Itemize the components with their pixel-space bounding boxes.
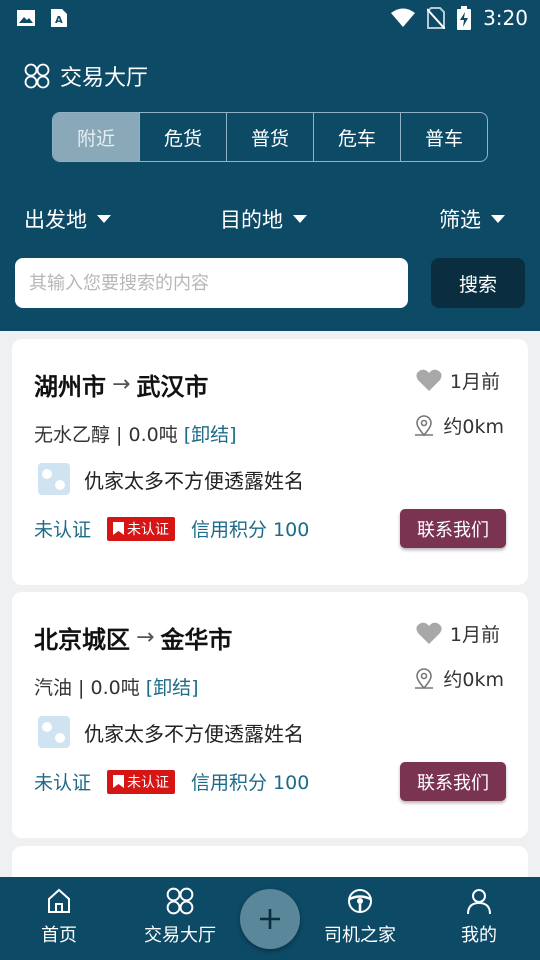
heart-icon[interactable] xyxy=(416,369,442,392)
category-tabs: 附近 危货 普货 危车 普车 xyxy=(52,112,488,162)
credit-score: 信用积分 100 xyxy=(191,519,310,541)
contact-button[interactable]: 联系我们 xyxy=(400,762,506,801)
route-arrow: → xyxy=(136,625,155,650)
page-title: 交易大厅 xyxy=(60,66,149,91)
wifi-icon xyxy=(391,8,416,27)
settlement-type: [卸结] xyxy=(183,424,237,446)
page-header: 交易大厅 xyxy=(24,60,148,92)
search-button[interactable]: 搜索 xyxy=(431,258,525,308)
origin-dropdown[interactable]: 出发地 xyxy=(24,204,111,234)
filter-label: 筛选 xyxy=(439,208,481,232)
verification-row: 未认证 未认证 信用积分 100 xyxy=(34,515,309,542)
tab-hazardous-cargo[interactable]: 危货 xyxy=(140,113,227,161)
route-arrow: → xyxy=(112,372,131,397)
destination-label: 目的地 xyxy=(220,208,283,232)
listing-card[interactable]: 北京城区 → 金华市 1月前 约0km 汽油 | 0.0吨 [卸结] 仇家太多不… xyxy=(12,592,528,838)
badge-text: 未认证 xyxy=(127,774,170,791)
avatar xyxy=(38,463,70,495)
verify-status: 未认证 xyxy=(34,772,92,794)
text-app-icon: A xyxy=(51,9,67,27)
badge-text: 未认证 xyxy=(127,521,170,538)
avatar xyxy=(38,716,70,748)
nav-home[interactable]: 首页 xyxy=(14,887,104,947)
origin-label: 出发地 xyxy=(24,208,87,232)
caret-down-icon xyxy=(97,215,111,223)
caret-down-icon xyxy=(293,215,307,223)
nav-mine-label: 我的 xyxy=(461,925,497,946)
svg-text:A: A xyxy=(55,15,63,26)
status-time: 3:20 xyxy=(483,6,528,30)
filter-bar: 出发地 目的地 筛选 xyxy=(0,204,540,236)
no-sim-icon xyxy=(427,7,446,29)
credit-score: 信用积分 100 xyxy=(191,772,310,794)
tab-nearby[interactable]: 附近 xyxy=(53,113,140,161)
nav-driver-home[interactable]: 司机之家 xyxy=(315,887,405,947)
nav-trading-hall-label: 交易大厅 xyxy=(144,925,216,946)
heart-icon[interactable] xyxy=(416,622,442,645)
nav-mine[interactable]: 我的 xyxy=(434,887,524,947)
unverified-badge: 未认证 xyxy=(107,516,176,541)
route-origin: 湖州市 xyxy=(34,373,106,401)
map-pin-icon xyxy=(415,667,434,689)
listing-card[interactable]: 湖州市 → 武汉市 1月前 约0km 无水乙醇 | 0.0吨 [卸结] 仇家太多… xyxy=(12,339,528,585)
home-icon xyxy=(48,888,70,913)
route: 湖州市 → 武汉市 xyxy=(34,367,208,402)
destination-dropdown[interactable]: 目的地 xyxy=(220,204,307,234)
tab-general-vehicle[interactable]: 普车 xyxy=(401,113,487,161)
distance: 约0km xyxy=(413,665,504,692)
top-header: A 3:20 交易大厅 附近 危货 普货 危车 普车 出发地 目的地 筛选 其输… xyxy=(0,0,540,331)
poster-name: 仇家太多不方便透露姓名 xyxy=(84,721,304,746)
tab-general-cargo[interactable]: 普货 xyxy=(227,113,314,161)
distance-value: 约0km xyxy=(443,416,504,438)
steering-wheel-icon xyxy=(348,889,372,913)
map-pin-icon xyxy=(415,414,434,436)
clover-icon xyxy=(24,63,50,89)
status-bar: A 3:20 xyxy=(0,0,540,36)
tab-hazardous-vehicle[interactable]: 危车 xyxy=(314,113,401,161)
gallery-icon xyxy=(17,10,35,26)
caret-down-icon xyxy=(491,215,505,223)
distance-value: 约0km xyxy=(443,669,504,691)
cargo-detail: 无水乙醇 | 0.0吨 xyxy=(34,424,178,446)
cargo-detail: 汽油 | 0.0吨 xyxy=(34,677,140,699)
add-button[interactable] xyxy=(240,889,300,949)
battery-charging-icon xyxy=(457,6,472,30)
route: 北京城区 → 金华市 xyxy=(34,620,232,655)
favorite-time: 1月前 xyxy=(416,367,500,394)
poster-info: 仇家太多不方便透露姓名 xyxy=(38,716,304,748)
nav-driver-home-label: 司机之家 xyxy=(324,925,396,946)
post-time: 1月前 xyxy=(449,624,500,646)
bookmark-icon xyxy=(113,775,125,788)
route-origin: 北京城区 xyxy=(34,626,130,654)
poster-info: 仇家太多不方便透露姓名 xyxy=(38,463,304,495)
verify-status: 未认证 xyxy=(34,519,92,541)
route-destination: 金华市 xyxy=(160,626,233,654)
cargo-info: 汽油 | 0.0吨 [卸结] xyxy=(34,673,199,700)
contact-button[interactable]: 联系我们 xyxy=(400,509,506,548)
verification-row: 未认证 未认证 信用积分 100 xyxy=(34,768,309,795)
filter-dropdown[interactable]: 筛选 xyxy=(439,204,505,234)
favorite-time: 1月前 xyxy=(416,620,500,647)
nav-trading-hall[interactable]: 交易大厅 xyxy=(135,887,225,947)
cargo-info: 无水乙醇 | 0.0吨 [卸结] xyxy=(34,420,237,447)
clover-icon xyxy=(166,887,194,915)
nav-home-label: 首页 xyxy=(41,925,77,946)
post-time: 1月前 xyxy=(449,371,500,393)
search-input[interactable] xyxy=(15,258,408,308)
poster-name: 仇家太多不方便透露姓名 xyxy=(84,468,304,493)
route-destination: 武汉市 xyxy=(136,373,209,401)
settlement-type: [卸结] xyxy=(145,677,199,699)
plus-icon xyxy=(260,909,280,929)
unverified-badge: 未认证 xyxy=(107,769,176,794)
bookmark-icon xyxy=(113,522,125,535)
user-icon xyxy=(467,889,491,915)
distance: 约0km xyxy=(413,412,504,439)
